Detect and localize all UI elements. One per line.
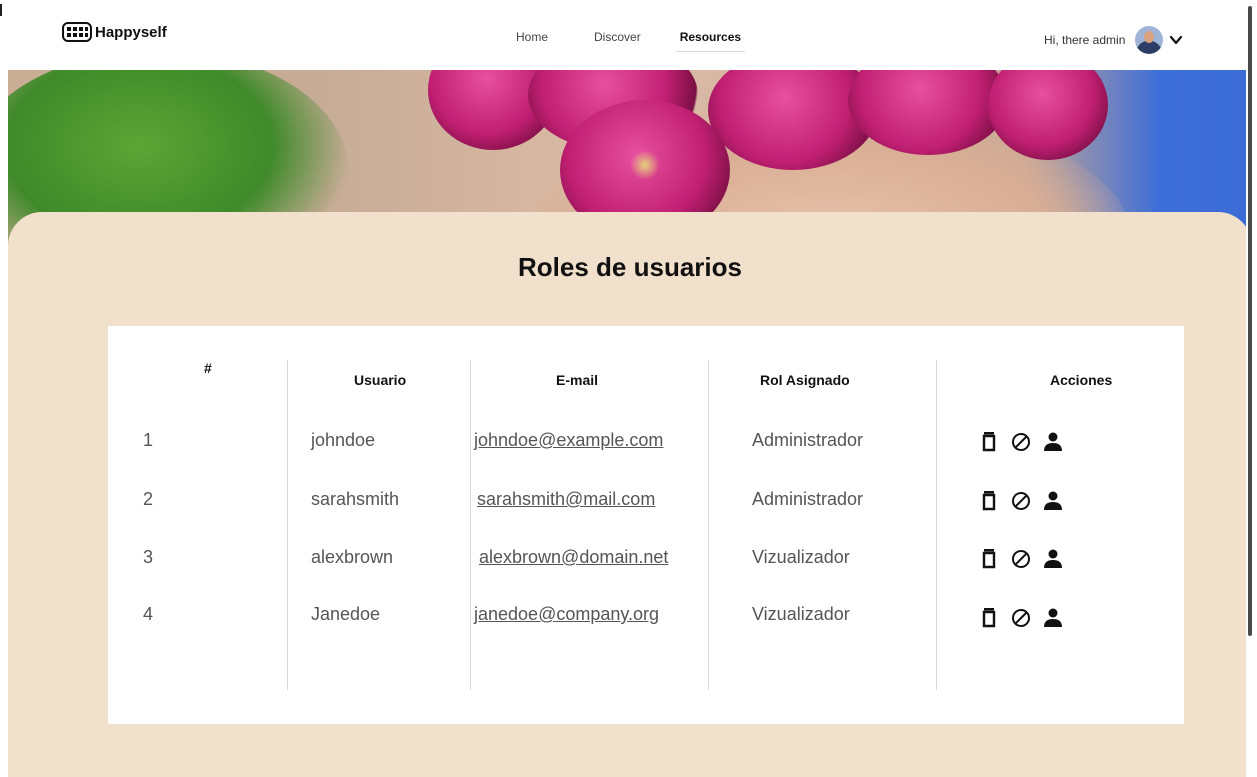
roles-table: # Usuario E-mail Rol Asignado Acciones 1…: [108, 326, 1184, 724]
row-actions: [978, 430, 1074, 452]
row-user: Janedoe: [311, 604, 381, 624]
person-icon[interactable]: [1042, 489, 1064, 511]
row-email-link[interactable]: sarahsmith@mail.com: [477, 489, 655, 510]
trash-icon[interactable]: [978, 489, 1000, 511]
row-email-link[interactable]: alexbrown@domain.net: [479, 547, 668, 568]
trash-icon[interactable]: [978, 430, 1000, 452]
row-number: 4: [143, 604, 154, 624]
trash-icon[interactable]: [978, 547, 1000, 569]
person-icon[interactable]: [1042, 547, 1064, 569]
row-role: Vizualizador: [752, 547, 850, 567]
row-role: Vizualizador: [752, 604, 850, 624]
row-email-link[interactable]: janedoe@company.org: [474, 604, 659, 625]
row-role: Administrador: [752, 489, 864, 509]
roles-section: Roles de usuarios # Usuario E-mail Rol A…: [8, 212, 1252, 777]
row-role: Administrador: [752, 430, 864, 450]
row-user: alexbrown: [311, 547, 394, 567]
flower-center: [630, 150, 660, 180]
brand-name: Happyself: [95, 23, 167, 41]
user-menu[interactable]: Hi, there admin: [1044, 26, 1183, 54]
page-title: Roles de usuarios: [518, 252, 742, 282]
nav-home[interactable]: Home: [516, 30, 548, 44]
row-number: 1: [143, 430, 154, 450]
grid-logo-icon: [62, 22, 92, 42]
window-edge-mark: [0, 4, 2, 16]
top-navbar: Happyself Home Discover Resources Hi, th…: [8, 0, 1242, 70]
row-actions: [978, 606, 1074, 628]
user-avatar[interactable]: [1135, 26, 1164, 54]
header-acciones: Acciones: [1050, 372, 1113, 388]
trash-icon[interactable]: [978, 606, 1000, 628]
column-divider: [936, 360, 937, 690]
block-icon[interactable]: [1010, 489, 1032, 511]
person-icon[interactable]: [1042, 606, 1064, 628]
block-icon[interactable]: [1010, 547, 1032, 569]
header-rol: Rol Asignado: [760, 372, 850, 388]
column-divider: [708, 360, 709, 690]
chevron-down-icon[interactable]: [1169, 33, 1183, 47]
row-user: johndoe: [311, 430, 376, 450]
scrollbar-thumb[interactable]: [1248, 6, 1252, 636]
row-actions: [978, 547, 1074, 569]
block-icon[interactable]: [1010, 606, 1032, 628]
column-divider: [287, 360, 288, 690]
row-number: 3: [143, 547, 154, 567]
row-user: sarahsmith: [311, 489, 400, 509]
column-divider: [470, 360, 471, 690]
header-usuario: Usuario: [354, 372, 407, 388]
nav-discover[interactable]: Discover: [594, 30, 641, 44]
row-number: 2: [143, 489, 154, 509]
nav-resources[interactable]: Resources: [675, 30, 746, 52]
header-email: E-mail: [556, 372, 599, 388]
user-greeting: Hi, there admin: [1044, 33, 1126, 47]
brand-logo[interactable]: Happyself: [62, 22, 167, 42]
block-icon[interactable]: [1010, 430, 1032, 452]
main-nav: Home Discover Resources: [516, 30, 746, 52]
row-email-link[interactable]: johndoe@example.com: [474, 430, 663, 451]
person-icon[interactable]: [1042, 430, 1064, 452]
row-actions: [978, 489, 1074, 511]
header-number: #: [204, 360, 212, 376]
